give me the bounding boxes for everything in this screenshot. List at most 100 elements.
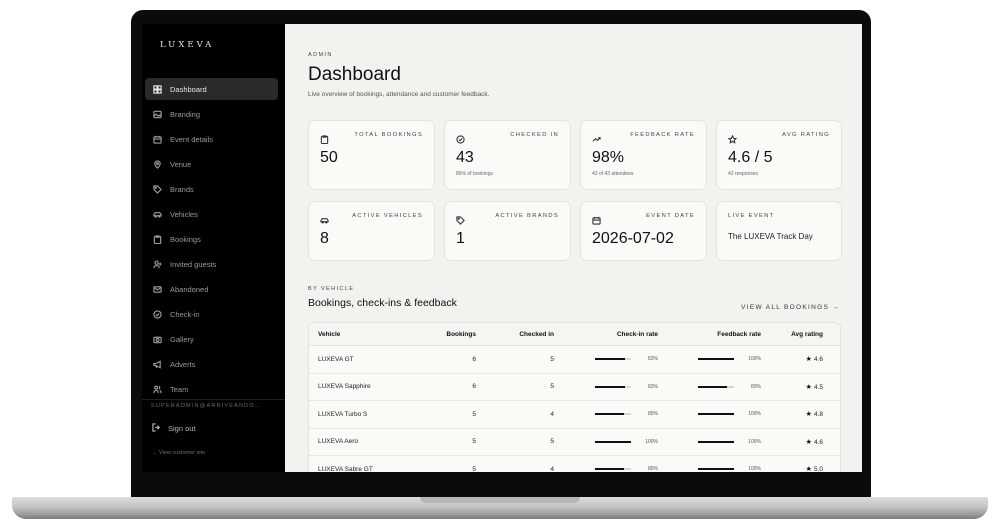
sidebar-item-label: Branding xyxy=(170,109,201,119)
stat-value: 4.6 / 5 xyxy=(728,149,773,166)
column-header[interactable]: Check-in rate xyxy=(554,331,658,338)
sidebar-item-event-details[interactable]: Event details xyxy=(145,128,278,150)
feedback-rate-fill xyxy=(698,358,734,361)
feedback-rate-cell: 100% xyxy=(658,466,761,472)
tag-icon xyxy=(456,212,465,225)
checkin-rate-fill xyxy=(595,385,625,388)
avg-rating-cell: ★ 4.5 xyxy=(761,383,833,391)
feedback-rate-fill xyxy=(698,468,734,471)
sidebar-item-abandoned[interactable]: Abandoned xyxy=(145,278,278,300)
table-row[interactable]: LUXEVA GT 6 5 83% 100% ★ 4.6 xyxy=(309,346,840,374)
users-icon xyxy=(152,384,163,395)
sidebar-item-brands[interactable]: Brands xyxy=(145,178,278,200)
feedback-rate-cell: 100% xyxy=(658,411,761,417)
sidebar-item-team[interactable]: Team xyxy=(145,378,278,400)
stat-label: FEEDBACK RATE xyxy=(630,132,695,138)
sidebar-item-label: Adverts xyxy=(170,359,196,369)
page-subtitle: Live overview of bookings, attendance an… xyxy=(308,91,490,98)
star-icon: ★ xyxy=(805,438,812,446)
column-header-label: Feedback rate xyxy=(717,330,761,338)
laptop-notch xyxy=(420,497,580,503)
sidebar-item-label: Venue xyxy=(170,159,192,169)
stat-value: 8 xyxy=(320,230,329,247)
mail-icon xyxy=(152,284,163,295)
sign-out-icon xyxy=(152,423,168,434)
vehicle-table: Vehicle Bookings Checked in Check-in rat… xyxy=(308,322,841,472)
calendar-icon xyxy=(152,134,163,145)
table-row[interactable]: LUXEVA Turbo S 5 4 80% 100% ★ 4.8 xyxy=(309,401,840,429)
column-header[interactable]: Feedback rate xyxy=(658,331,761,338)
bookings-count: 6 xyxy=(472,355,476,363)
stat-card-checked-in: CHECKED IN 43 86% of bookings xyxy=(444,120,571,190)
stat-value: 50 xyxy=(320,149,338,166)
feedback-rate-bar xyxy=(698,468,734,471)
sidebar-item-venue[interactable]: Venue xyxy=(145,153,278,175)
sidebar: LUXEVA Dashboard Branding Event details Ven… xyxy=(142,24,285,472)
vehicle-name: LUXEVA Turbo S xyxy=(318,410,368,418)
checkin-rate-value: 80% xyxy=(647,411,658,418)
checked-in-count: 4 xyxy=(550,465,554,472)
car-icon xyxy=(152,209,163,220)
brand-logo[interactable]: LUXEVA xyxy=(160,40,214,50)
table-row[interactable]: LUXEVA Sabre GT 5 4 80% 100% ★ 5.0 xyxy=(309,456,840,472)
view-customer-site-link[interactable]: ← View customer site xyxy=(152,450,205,456)
sidebar-item-vehicles[interactable]: Vehicles xyxy=(145,203,278,225)
stat-card-total-bookings: TOTAL BOOKINGS 50 xyxy=(308,120,435,190)
table-row[interactable]: LUXEVA Aero 5 5 100% 100% ★ 4.6 xyxy=(309,429,840,456)
sidebar-item-dashboard[interactable]: Dashboard xyxy=(145,78,278,100)
checkin-rate-bar xyxy=(595,440,631,443)
stat-card-event-date: EVENT DATE 2026-07-02 xyxy=(580,201,707,261)
section-title: Bookings, check-ins & feedback xyxy=(308,297,457,309)
sign-out-button[interactable]: Sign out xyxy=(152,423,196,434)
sidebar-item-label: Event details xyxy=(170,134,213,144)
column-header[interactable]: Bookings xyxy=(409,331,476,338)
sidebar-item-branding[interactable]: Branding xyxy=(145,103,278,125)
section-eyebrow: BY VEHICLE xyxy=(308,286,355,292)
stat-card-feedback-rate: FEEDBACK RATE 98% 42 of 43 attendees xyxy=(580,120,707,190)
checkin-rate-bar xyxy=(595,358,631,361)
check-circle-icon xyxy=(152,309,163,320)
bookings-count: 5 xyxy=(472,465,476,472)
feedback-rate-fill xyxy=(698,385,727,388)
bookings-count: 5 xyxy=(472,438,476,446)
sidebar-item-label: Team xyxy=(170,384,189,394)
sidebar-divider xyxy=(142,399,285,400)
feedback-rate-bar xyxy=(698,358,734,361)
sidebar-item-label: Vehicles xyxy=(170,209,198,219)
stat-label: ACTIVE VEHICLES xyxy=(352,213,423,219)
sidebar-item-check-in[interactable]: Check-in xyxy=(145,303,278,325)
checkin-rate-bar xyxy=(595,385,631,388)
checkin-rate-fill xyxy=(595,358,625,361)
feedback-rate-bar xyxy=(698,385,734,388)
live-event-name[interactable]: The LUXEVA Track Day xyxy=(728,232,813,241)
sidebar-item-invited-guests[interactable]: Invited guests xyxy=(145,253,278,275)
vehicle-name: LUXEVA Sabre GT xyxy=(318,465,373,472)
column-header[interactable]: Checked in xyxy=(476,331,554,338)
table-header: Vehicle Bookings Checked in Check-in rat… xyxy=(309,323,840,346)
map-pin-icon xyxy=(152,159,163,170)
column-header[interactable]: Avg rating xyxy=(761,331,833,338)
sidebar-item-label: Invited guests xyxy=(170,259,217,269)
avg-rating-cell: ★ 4.6 xyxy=(761,355,833,363)
star-icon: ★ xyxy=(805,411,812,419)
sidebar-item-adverts[interactable]: Adverts xyxy=(145,353,278,375)
feedback-rate-fill xyxy=(698,440,734,443)
star-icon: ★ xyxy=(805,356,812,364)
sidebar-item-bookings[interactable]: Bookings xyxy=(145,228,278,250)
column-header[interactable]: Vehicle xyxy=(309,331,409,338)
checkin-rate-fill xyxy=(595,413,624,416)
avg-rating-cell: ★ 5.0 xyxy=(761,465,833,472)
clipboard-icon xyxy=(152,234,163,245)
stat-label: ACTIVE BRANDS xyxy=(495,213,559,219)
sidebar-item-label: Brands xyxy=(170,184,194,194)
checkin-rate-fill xyxy=(595,468,624,471)
feedback-rate-fill xyxy=(698,413,734,416)
view-all-bookings-link[interactable]: VIEW ALL BOOKINGS → xyxy=(741,304,840,311)
vehicle-name: LUXEVA Sapphire xyxy=(318,383,371,391)
stat-subtext: 42 responses xyxy=(728,171,759,177)
table-row[interactable]: LUXEVA Sapphire 6 5 83% 80% ★ 4.5 xyxy=(309,374,840,401)
checkin-rate-value: 83% xyxy=(647,383,658,390)
column-header-label: Check-in rate xyxy=(616,330,658,338)
sidebar-item-gallery[interactable]: Gallery xyxy=(145,328,278,350)
dashboard-icon xyxy=(152,84,163,95)
